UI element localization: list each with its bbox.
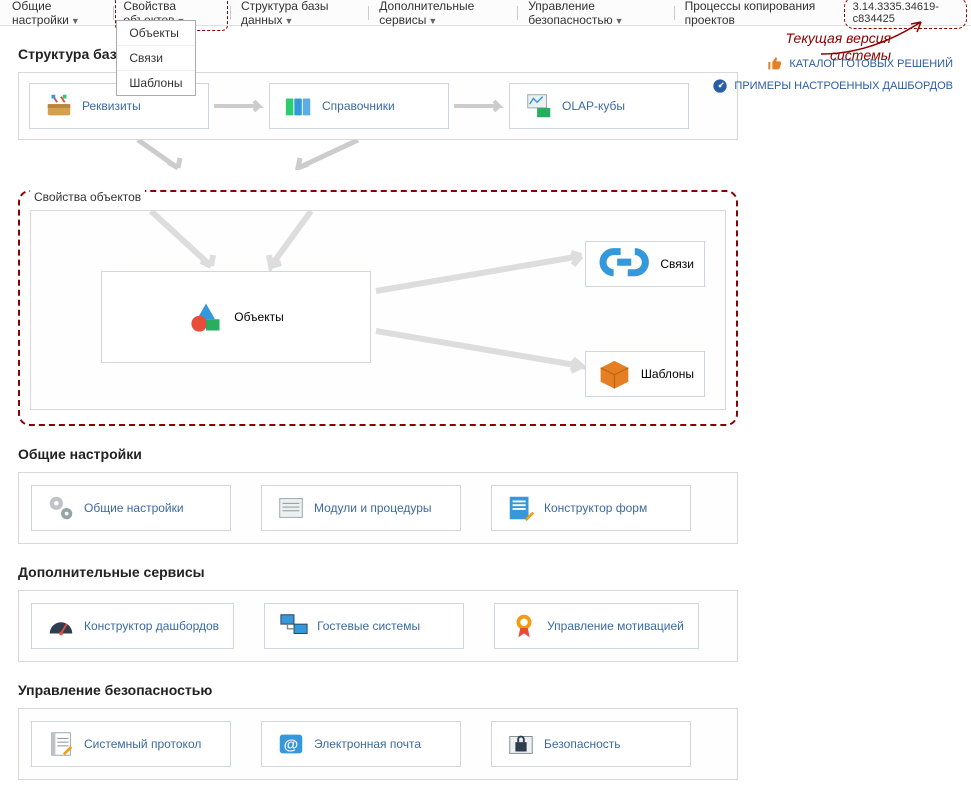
- general-settings-row: Общие настройки Модули и процедуры Конст…: [18, 472, 738, 544]
- catalog-link[interactable]: КАТАЛОГ ГОТОВЫХ РЕШЕНИЙ: [712, 56, 953, 72]
- dashboards-link[interactable]: ПРИМЕРЫ НАСТРОЕННЫХ ДАШБОРДОВ: [712, 78, 953, 94]
- system-log-card[interactable]: Системный протокол: [31, 721, 231, 767]
- dropdown-templates[interactable]: Шаблоны: [117, 71, 195, 95]
- security-card[interactable]: Безопасность: [491, 721, 691, 767]
- additional-services-title: Дополнительные сервисы: [18, 564, 953, 580]
- form-pencil-icon: [506, 493, 536, 523]
- menu-separator: [113, 6, 114, 20]
- form-constructor-card[interactable]: Конструктор форм: [491, 485, 691, 531]
- right-links: КАТАЛОГ ГОТОВЫХ РЕШЕНИЙ ПРИМЕРЫ НАСТРОЕН…: [712, 56, 953, 100]
- general-settings-title: Общие настройки: [18, 446, 953, 462]
- folders-icon: [284, 91, 314, 121]
- general-settings-card[interactable]: Общие настройки: [31, 485, 231, 531]
- gauge-icon: [712, 78, 728, 94]
- menu-separator: [368, 6, 369, 20]
- dropdown-links[interactable]: Связи: [117, 46, 195, 71]
- modules-card[interactable]: Модули и процедуры: [261, 485, 461, 531]
- menu-separator: [517, 6, 518, 20]
- security-row: Системный протокол @ Электронная почта Б…: [18, 708, 738, 780]
- email-at-icon: @: [276, 729, 306, 759]
- top-menubar: Общие настройки▼ Свойства объектов▼ Объе…: [0, 0, 971, 26]
- arrow-right-icon: [449, 99, 509, 113]
- directories-card[interactable]: Справочники: [269, 83, 449, 129]
- shapes-icon: [188, 299, 224, 335]
- templates-card[interactable]: Шаблоны: [585, 351, 705, 397]
- menu-db-structure[interactable]: Структура базы данных▼: [233, 0, 366, 31]
- menu-object-properties[interactable]: Свойства объектов▼ Объекты Связи Шаблоны: [115, 0, 228, 31]
- menu-security[interactable]: Управление безопасностью▼: [520, 0, 672, 31]
- box-icon: [596, 354, 633, 394]
- olap-cubes-card[interactable]: OLAP-кубы: [509, 83, 689, 129]
- object-properties-label: Свойства объектов: [30, 190, 145, 204]
- gears-icon: [46, 493, 76, 523]
- notepad-icon: [46, 729, 76, 759]
- toolbox-icon: [44, 91, 74, 121]
- lock-icon: [506, 729, 536, 759]
- menu-separator: [674, 6, 675, 20]
- menu-general[interactable]: Общие настройки▼: [4, 0, 111, 31]
- svg-text:@: @: [284, 737, 299, 754]
- links-card[interactable]: Связи: [585, 241, 705, 287]
- arrow-right-icon: [209, 99, 269, 113]
- object-properties-dropdown: Объекты Связи Шаблоны: [116, 20, 196, 96]
- speedometer-icon: [46, 611, 76, 641]
- guest-systems-card[interactable]: Гостевые системы: [264, 603, 464, 649]
- version-label: 3.14.3335.34619-c834425: [844, 0, 967, 29]
- motivation-card[interactable]: Управление мотивацией: [494, 603, 699, 649]
- chart-cube-icon: [524, 91, 554, 121]
- menu-separator: [230, 6, 231, 20]
- email-card[interactable]: @ Электронная почта: [261, 721, 461, 767]
- menu-additional-services[interactable]: Дополнительные сервисы▼: [371, 0, 515, 31]
- thumbs-up-icon: [767, 56, 783, 72]
- menu-copy-processes[interactable]: Процессы копирования проектов: [677, 0, 844, 31]
- object-properties-box: Свойства объектов Объекты Связи: [18, 190, 738, 426]
- dropdown-objects[interactable]: Объекты: [117, 21, 195, 46]
- chain-icon: [596, 234, 652, 293]
- objects-card[interactable]: Объекты: [101, 271, 371, 363]
- computers-icon: [279, 611, 309, 641]
- list-icon: [276, 493, 306, 523]
- security-title: Управление безопасностью: [18, 682, 953, 698]
- down-arrows: [18, 140, 738, 170]
- additional-services-row: Конструктор дашбордов Гостевые системы У…: [18, 590, 738, 662]
- award-icon: [509, 611, 539, 641]
- dashboard-constructor-card[interactable]: Конструктор дашбордов: [31, 603, 234, 649]
